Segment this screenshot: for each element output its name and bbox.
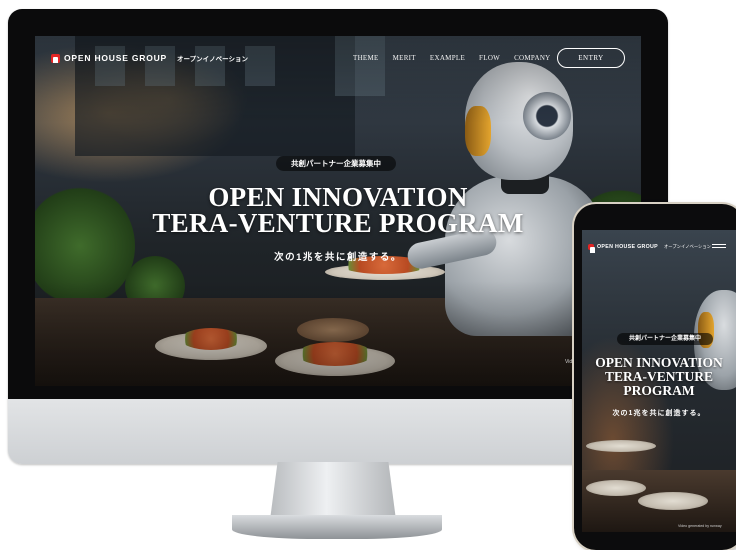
nav-link-example[interactable]: EXAMPLE (430, 54, 465, 62)
desktop-monitor: OPEN HOUSE GROUP オープンイノベーション THEME MERIT… (8, 9, 668, 464)
house-logo-icon (51, 53, 60, 63)
nav-link-theme[interactable]: THEME (353, 54, 379, 62)
monitor-stand (270, 462, 396, 520)
entry-button[interactable]: ENTRY (557, 48, 625, 68)
recruiting-badge: 共創パートナー企業募集中 (276, 156, 396, 171)
mobile-screen: OPEN HOUSE GROUP オープンイノベーション 共創パートナー企業募集… (582, 230, 736, 532)
site-header: OPEN HOUSE GROUP オープンイノベーション THEME MERIT… (35, 36, 641, 80)
nav-link-merit[interactable]: MERIT (393, 54, 416, 62)
main-nav: THEME MERIT EXAMPLE FLOW COMPANY (353, 54, 565, 62)
hero-subtitle: 次の1兆を共に創造する。 (612, 410, 706, 417)
nav-link-flow[interactable]: FLOW (479, 54, 500, 62)
food-plate (638, 492, 708, 510)
site-logo[interactable]: OPEN HOUSE GROUP オープンイノベーション (51, 53, 248, 63)
nav-link-company[interactable]: COMPANY (514, 54, 550, 62)
desktop-screen: OPEN HOUSE GROUP オープンイノベーション THEME MERIT… (35, 36, 641, 386)
mobile-site-logo[interactable]: OPEN HOUSE GROUP オープンイノベーション (588, 244, 711, 253)
food-plate (586, 480, 646, 496)
hero-title-line2: TERA-VENTURE PROGRAM (152, 208, 524, 238)
logo-brand-text: OPEN HOUSE GROUP (597, 244, 659, 250)
monitor-chin (8, 399, 668, 464)
serving-tray (586, 440, 656, 452)
house-logo-icon (588, 244, 595, 253)
recruiting-badge: 共創パートナー企業募集中 (617, 333, 713, 345)
hamburger-menu-icon[interactable] (712, 244, 726, 251)
hero-title-line1: OPEN INNOVATION (595, 355, 723, 370)
hero-title-line3: PROGRAM (623, 383, 695, 398)
monitor-bezel: OPEN HOUSE GROUP オープンイノベーション THEME MERIT… (8, 9, 668, 399)
logo-subtitle: オープンイノベーション (177, 56, 248, 63)
hero-title-line2: TERA-VENTURE (604, 369, 713, 384)
logo-brand-text: OPEN HOUSE GROUP (64, 53, 168, 63)
mobile-phone: OPEN HOUSE GROUP オープンイノベーション 共創パートナー企業募集… (574, 204, 736, 550)
logo-subtitle: オープンイノベーション (664, 244, 711, 249)
monitor-stand-base (232, 515, 442, 539)
hero-subtitle: 次の1兆を共に創造する。 (274, 252, 402, 263)
video-credit: Video generated by runway (678, 524, 722, 528)
